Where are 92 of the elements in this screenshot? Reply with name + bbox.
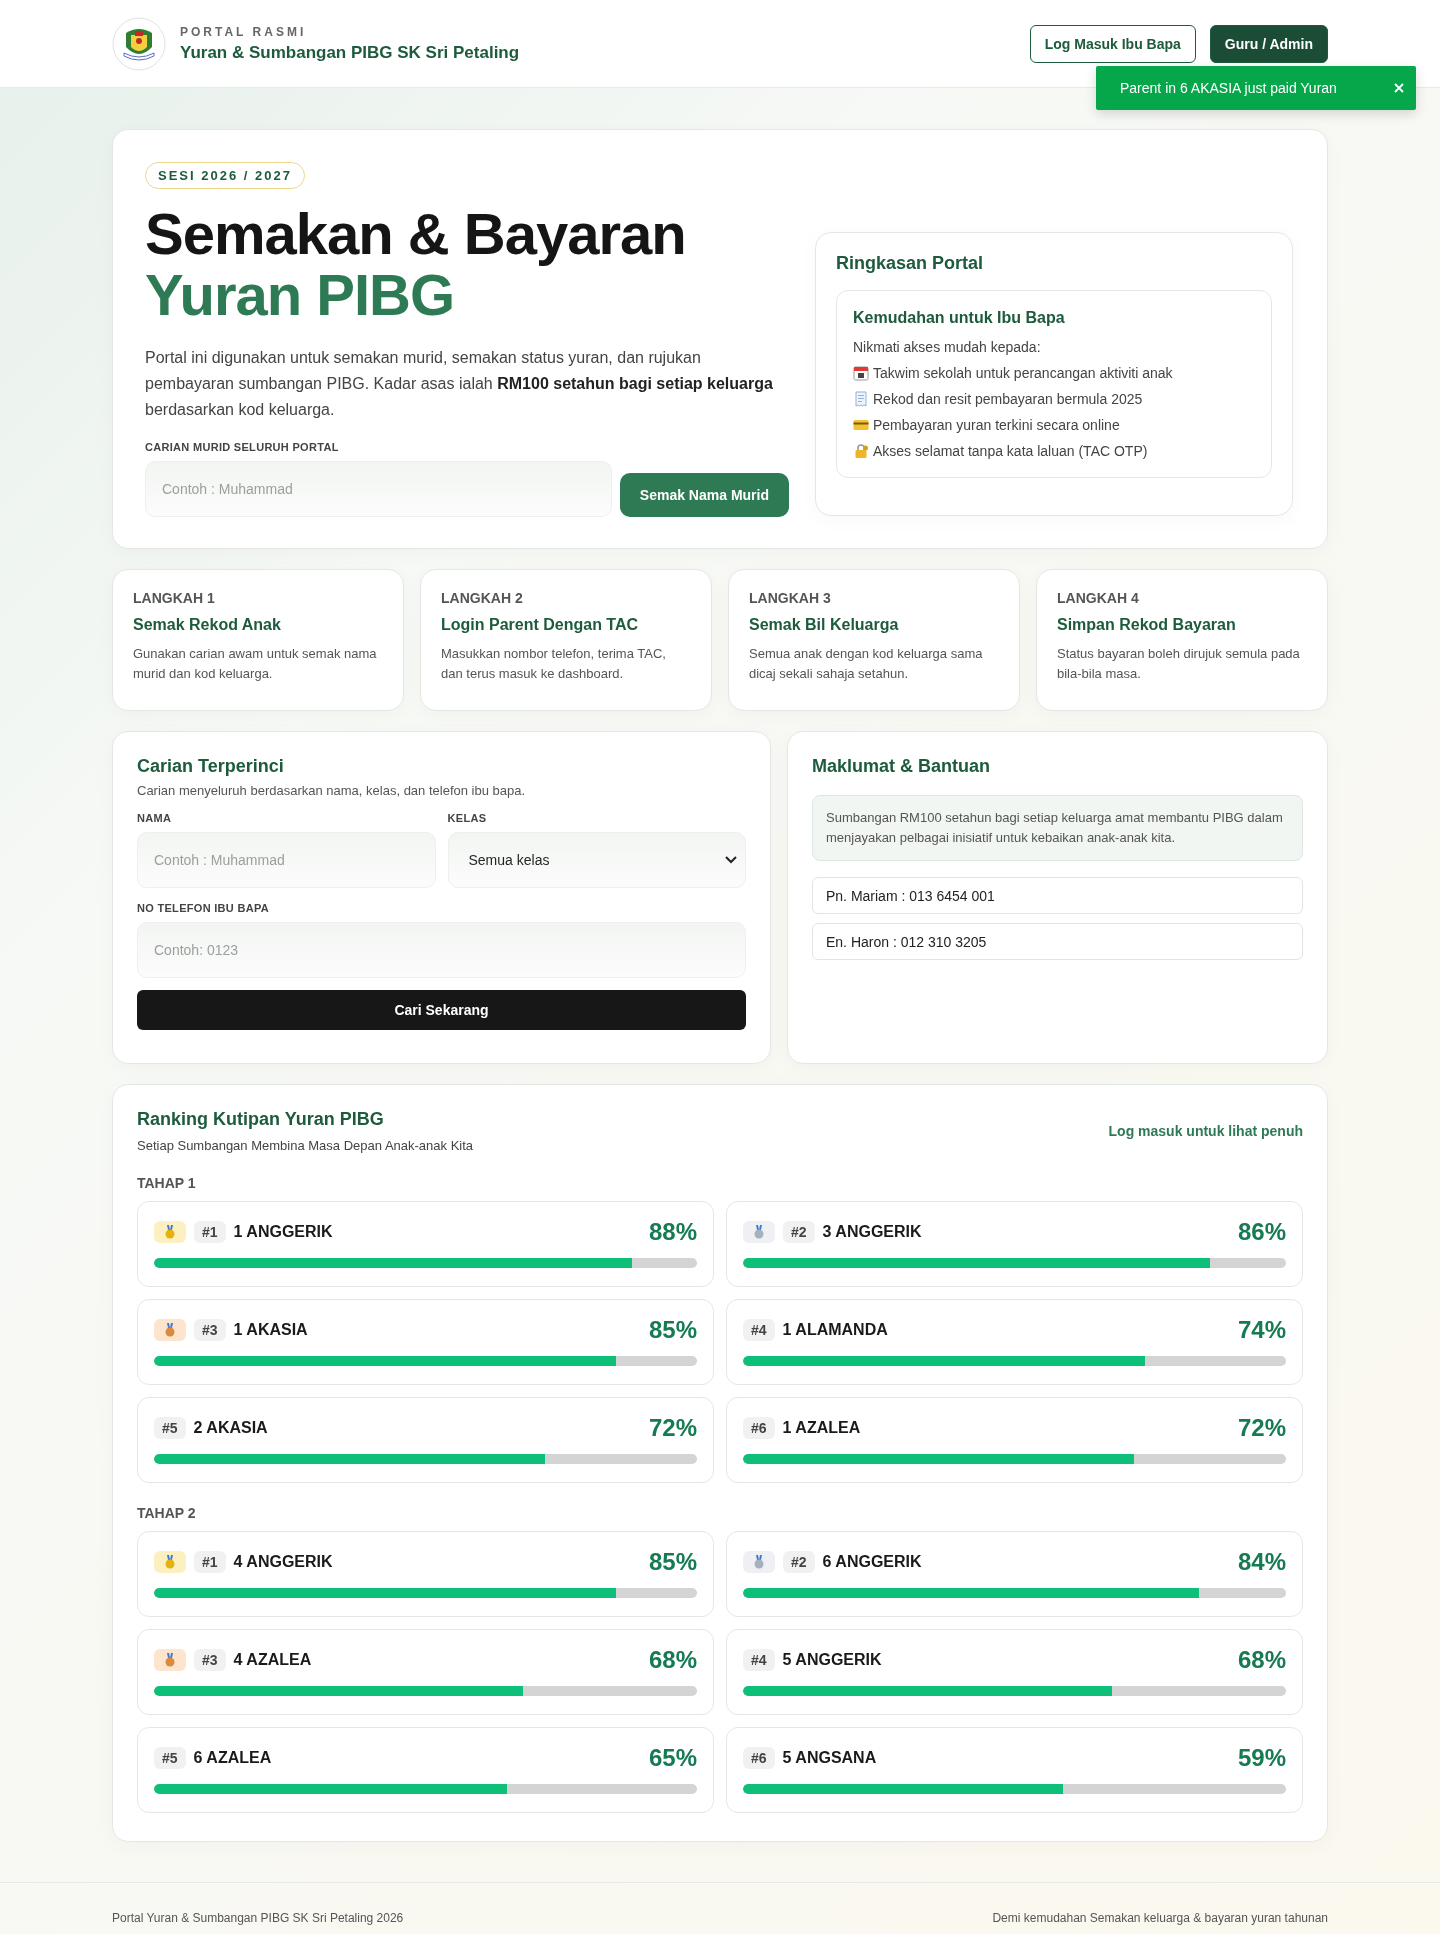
phone-field[interactable]: Contoh: 0123 [137,922,746,978]
rank-number: #2 [783,1551,815,1573]
step-title: Simpan Rekod Bayaran [1057,616,1237,634]
step-title: Semak Rekod Anak [133,616,282,634]
group-label: TAHAP 2 [137,1505,197,1521]
name-label: NAMA [137,812,173,824]
collection-percent: 88% [648,1218,697,1246]
collection-percent: 74% [1237,1316,1286,1344]
class-name: 2 AKASIA [193,1419,269,1437]
step-description: Semua anak dengan kod keluarga sama dicaj sekali sahaja setahun. [749,645,984,683]
rank-number: #3 [194,1649,226,1671]
class-name: 1 ALAMANDA [782,1321,889,1339]
group-label: TAHAP 1 [137,1175,197,1191]
rank-number: #4 [743,1319,775,1341]
close-icon[interactable] [1394,83,1404,93]
site-title: Yuran & Sumbangan PIBG SK Sri Petaling [180,42,521,63]
chevron-down-icon [725,856,737,864]
help-title: Maklumat & Bantuan [812,756,992,777]
class-name: 5 ANGSANA [782,1749,878,1767]
collection-percent: 84% [1237,1548,1286,1576]
rank-number: #6 [743,1417,775,1439]
footer-copyright: Portal Yuran & Sumbangan PIBG SK Sri Petaling 2026 [112,1910,404,1925]
receipt-icon [853,391,869,407]
class-name: 4 ANGGERIK [233,1553,334,1571]
toast-message: Parent in 6 AKASIA just paid Yuran [1120,80,1337,96]
detailed-search-subtitle: Carian menyeluruh berdasarkan nama, kelas, dan telefon ibu bapa. [137,783,527,798]
collection-percent: 72% [1237,1414,1286,1442]
benefits-title: Kemudahan untuk Ibu Bapa [853,309,1066,327]
phone-label: NO TELEFON IBU BAPA [137,902,270,914]
class-select[interactable]: Semua kelas [447,832,746,888]
rank-number: #6 [743,1747,775,1769]
ranking-title: Ranking Kutipan Yuran PIBG [137,1109,385,1130]
collection-percent: 72% [648,1414,697,1442]
search-label: CARIAN MURID SELURUH PORTAL [145,441,340,453]
benefit-item: Akses selamat tanpa kata laluan (TAC OTP) [873,443,1148,459]
contact-entry: En. Haron : 012 310 3205 [812,923,1303,960]
class-name: 5 ANGGERIK [782,1651,883,1669]
footer-tagline: Demi kemudahan Semakan keluarga & bayaran yuran tahunan [992,1910,1328,1925]
summary-title: Ringkasan Portal [836,253,985,274]
collection-percent: 59% [1237,1744,1286,1772]
admin-login-button[interactable]: Guru / Admin [1209,24,1328,63]
class-name: 1 AZALEA [782,1419,862,1437]
step-description: Gunakan carian awam untuk semak nama murid dan kod keluarga. [133,645,378,683]
calendar-icon [853,365,869,381]
rank-number: #5 [154,1747,186,1769]
class-name: 1 AKASIA [233,1321,309,1339]
portal-kicker: PORTAL RASMI [180,24,308,39]
class-name: 4 AZALEA [233,1651,313,1669]
class-name: 1 ANGGERIK [233,1223,334,1241]
benefit-item: Rekod dan resit pembayaran bermula 2025 [873,391,1143,407]
step-title: Login Parent Dengan TAC [441,616,640,634]
class-label: KELAS [447,812,488,824]
step-number: LANGKAH 2 [441,590,524,606]
lock-icon [853,443,869,459]
contact-entry: Pn. Mariam : 013 6454 001 [812,877,1303,914]
rank-number: #1 [194,1551,226,1573]
contribution-note: Sumbangan RM100 setahun bagi setiap keluarga amat membantu PIBG dalam menjayakan pelbagai inisiatif untuk kebaikan anak-anak kita. [812,795,1303,861]
collection-percent: 85% [648,1548,697,1576]
rank-number: #5 [154,1417,186,1439]
collection-percent: 68% [648,1646,697,1674]
class-name: 6 ANGGERIK [822,1553,923,1571]
benefits-intro: Nikmati akses mudah kepada: [853,339,1042,355]
step-number: LANGKAH 3 [749,590,832,606]
class-name: 3 ANGGERIK [822,1223,923,1241]
benefit-item: Pembayaran yuran terkini secara online [873,417,1120,433]
school-crest-logo [112,16,166,71]
hero-description: Portal ini digunakan untuk semakan murid, semakan status yuran, dan rujukan pembayaran sumbangan PIBG. Kadar asas ialah RM100 setahun bagi setiap keluarga berdasarkan kod keluarga. [145,348,774,420]
student-search-field[interactable]: Contoh : Muhammad [145,461,612,517]
benefit-item: Takwim sekolah untuk perancangan aktiviti anak [873,365,1173,381]
credit-card-icon [853,417,869,433]
name-field[interactable]: Contoh : Muhammad [137,832,436,888]
step-title: Semak Bil Keluarga [749,616,900,634]
login-link[interactable]: Log masuk untuk lihat penuh [1108,1123,1303,1139]
search-now-button[interactable]: Cari Sekarang [137,990,746,1030]
rank-number: #2 [783,1221,815,1243]
parent-login-button[interactable]: Log Masuk Ibu Bapa [1029,24,1196,63]
rank-number: #4 [743,1649,775,1671]
class-name: 6 AZALEA [193,1749,273,1767]
hero-title: Semakan & Bayaran Yuran PIBG [145,203,687,325]
step-number: LANGKAH 4 [1057,590,1140,606]
step-number: LANGKAH 1 [133,590,216,606]
ranking-subtitle: Setiap Sumbangan Membina Masa Depan Anak-anak Kita [137,1138,474,1153]
rank-number: #1 [194,1221,226,1243]
collection-percent: 68% [1237,1646,1286,1674]
check-student-button[interactable]: Semak Nama Murid [619,473,789,517]
collection-percent: 85% [648,1316,697,1344]
step-description: Masukkan nombor telefon, terima TAC, dan terus masuk ke dashboard. [441,645,667,683]
rank-number: #3 [194,1319,226,1341]
collection-percent: 86% [1237,1218,1286,1246]
collection-percent: 65% [648,1744,697,1772]
detailed-search-title: Carian Terperinci [137,756,285,777]
step-description: Status bayaran boleh dirujuk semula pada bila-bila masa. [1057,645,1301,683]
